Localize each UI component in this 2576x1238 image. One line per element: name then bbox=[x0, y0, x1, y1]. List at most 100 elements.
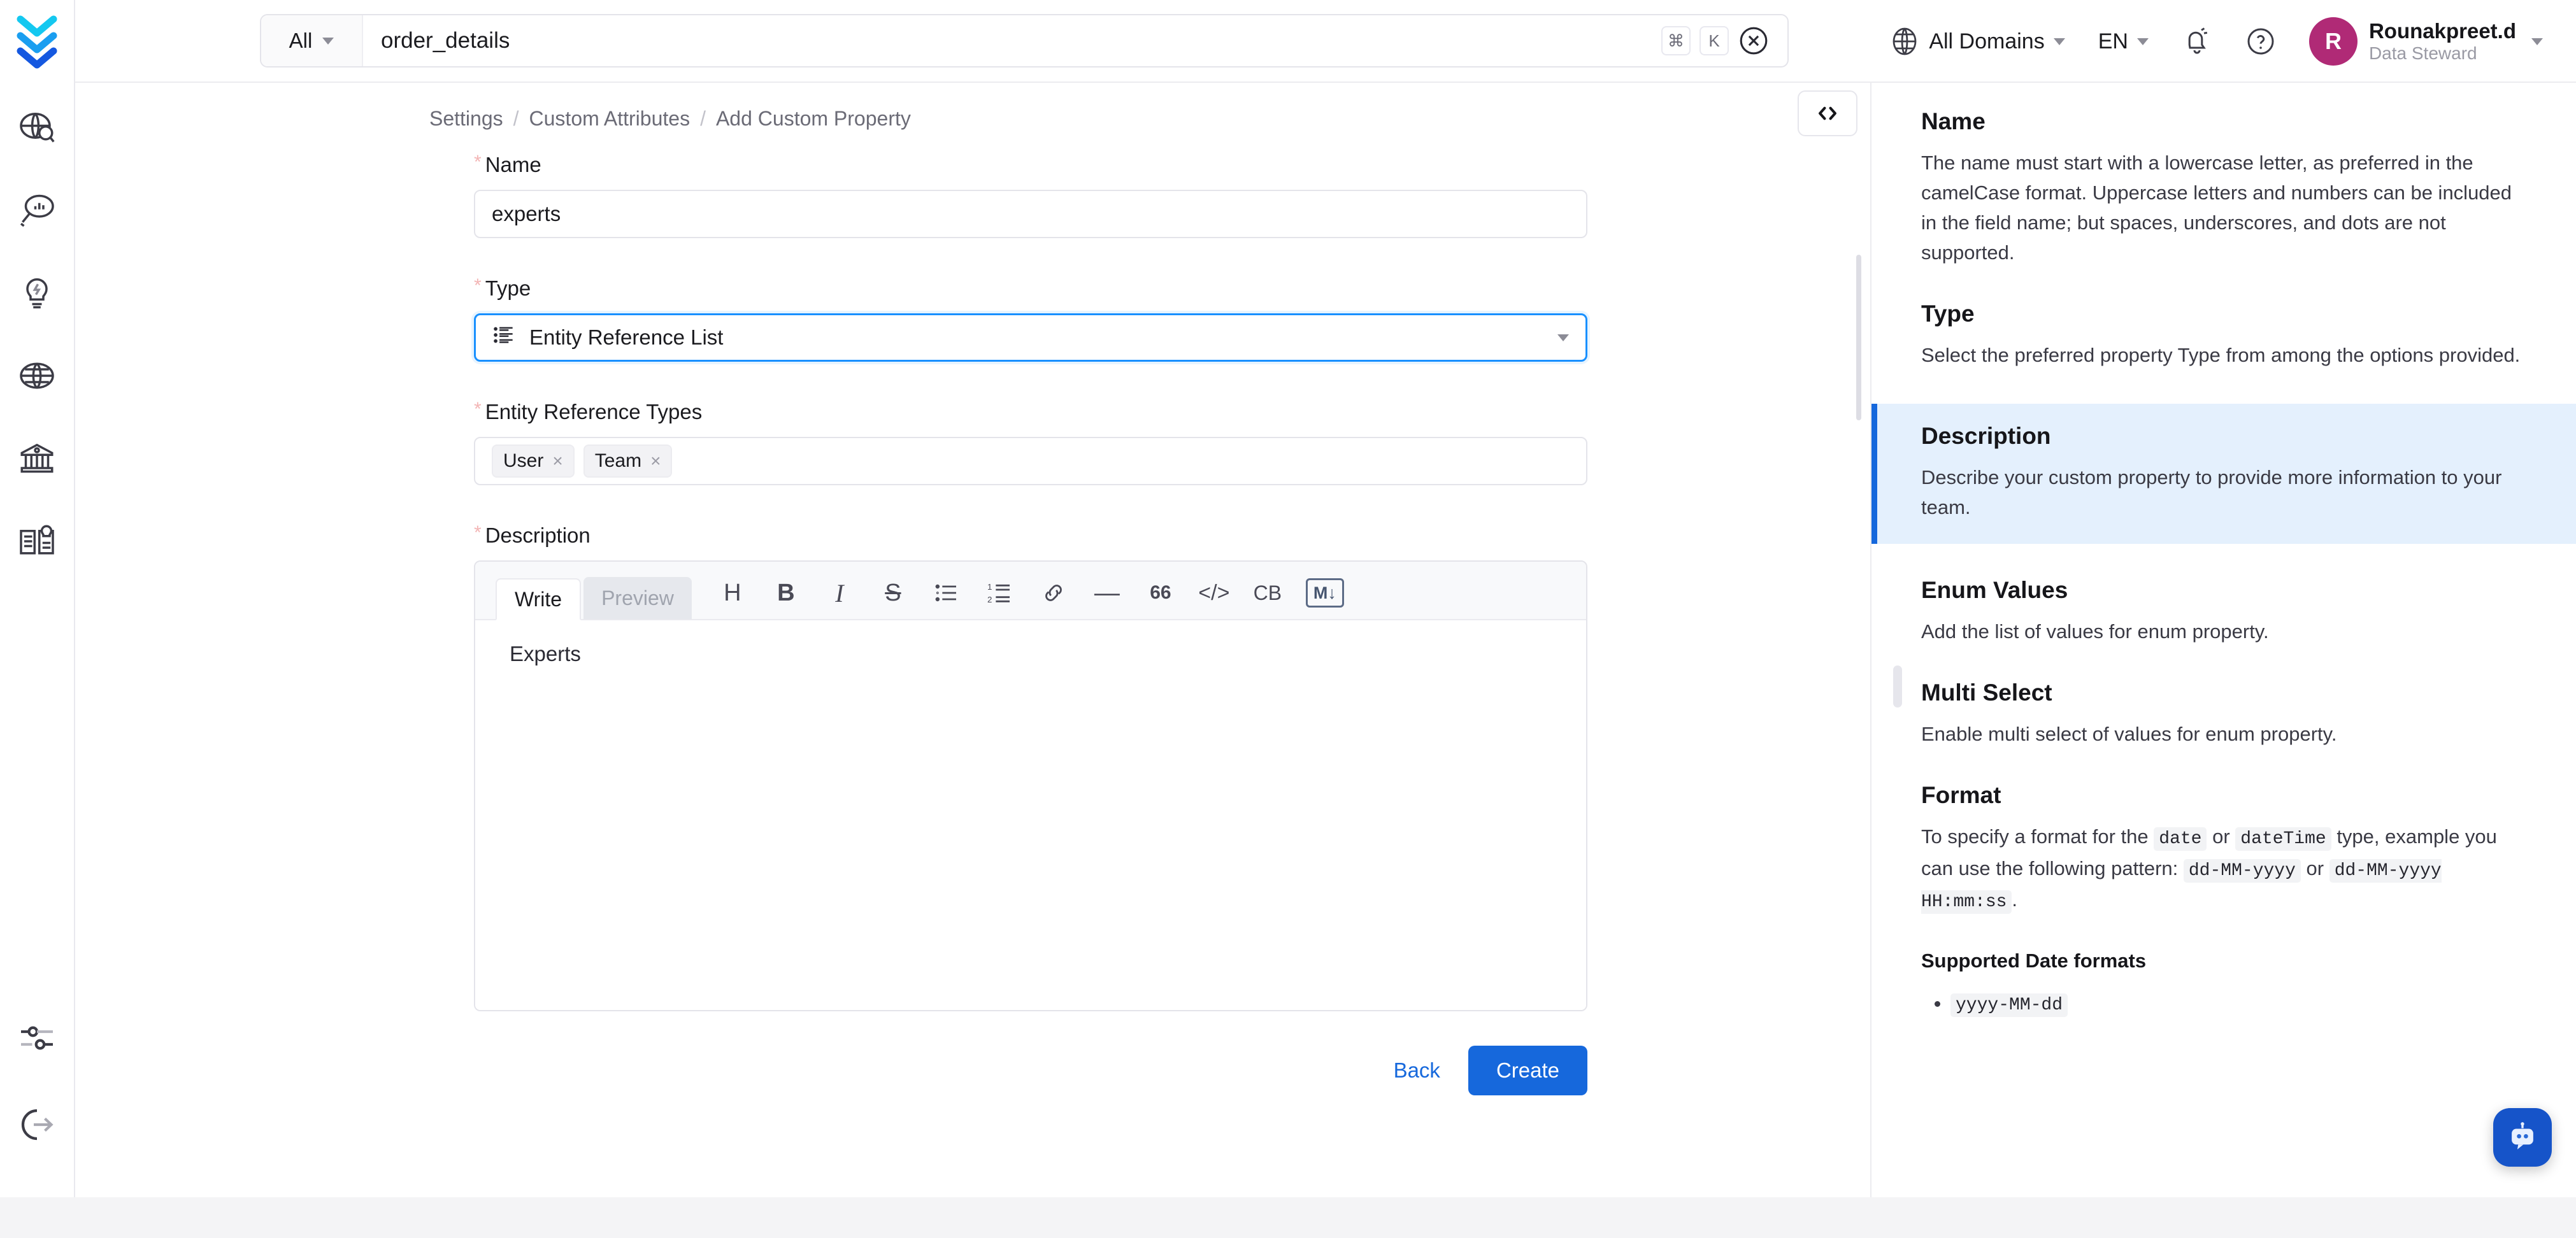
chevron-down-icon bbox=[2137, 38, 2149, 45]
tab-write[interactable]: Write bbox=[496, 578, 581, 620]
heading-icon[interactable]: H bbox=[706, 573, 759, 613]
required-asterisk: * bbox=[474, 400, 482, 419]
sidebar-item-explore[interactable] bbox=[10, 101, 64, 154]
sidebar-item-governance[interactable] bbox=[10, 432, 64, 485]
strikethrough-icon[interactable]: S bbox=[866, 573, 920, 613]
chevron-down-icon bbox=[1557, 334, 1569, 341]
tag-user[interactable]: User × bbox=[492, 445, 575, 478]
help-section-title: Format bbox=[1921, 782, 2526, 809]
globe-icon bbox=[1889, 26, 1920, 57]
entity-reference-types-input[interactable]: User × Team × bbox=[474, 437, 1587, 485]
type-select-value: Entity Reference List bbox=[529, 325, 723, 350]
global-search-bar[interactable]: All ⌘ K bbox=[260, 14, 1789, 68]
bullet-list-icon[interactable] bbox=[920, 573, 973, 613]
supported-formats-title: Supported Date formats bbox=[1921, 950, 2526, 972]
horizontal-rule-icon[interactable]: — bbox=[1080, 573, 1134, 613]
supported-formats-list: yyyy-MM-dd bbox=[1950, 986, 2526, 1021]
help-section-body: The name must start with a lowercase let… bbox=[1921, 148, 2526, 267]
back-button[interactable]: Back bbox=[1387, 1049, 1447, 1092]
tag-label: User bbox=[503, 450, 543, 472]
top-bar: All ⌘ K All Domains EN bbox=[75, 0, 2576, 83]
blockquote-icon[interactable]: 66 bbox=[1134, 573, 1187, 613]
search-shortcuts: ⌘ K bbox=[1661, 25, 1787, 57]
help-section-name: Name The name must start with a lowercas… bbox=[1921, 108, 2526, 267]
sidebar-item-logout[interactable] bbox=[10, 1098, 64, 1151]
help-section-title: Type bbox=[1921, 301, 2526, 327]
description-label: Description bbox=[485, 523, 590, 548]
italic-icon[interactable]: I bbox=[813, 573, 866, 613]
sidebar-nav bbox=[10, 71, 64, 568]
chevron-down-icon bbox=[2054, 38, 2065, 45]
bottom-strip bbox=[0, 1197, 2576, 1238]
help-section-description: Description Describe your custom propert… bbox=[1871, 404, 2576, 544]
format-text-2: or bbox=[2207, 825, 2235, 848]
link-icon[interactable] bbox=[1027, 573, 1080, 613]
name-label-row: * Name bbox=[474, 153, 1587, 177]
type-label: Type bbox=[485, 276, 531, 301]
format-text-5: . bbox=[2012, 888, 2017, 911]
description-textarea[interactable]: Experts bbox=[475, 620, 1586, 1010]
language-label: EN bbox=[2098, 29, 2128, 54]
sidebar-item-insights[interactable] bbox=[10, 183, 64, 237]
help-panel-scrollbar[interactable] bbox=[1893, 665, 1902, 708]
format-text-1: To specify a format for the bbox=[1921, 825, 2154, 848]
breadcrumb: Settings / Custom Attributes / Add Custo… bbox=[429, 107, 911, 131]
user-name: Rounakpreet.d bbox=[2369, 19, 2516, 43]
form-actions: Back Create bbox=[474, 1046, 1587, 1095]
main-content: Settings / Custom Attributes / Add Custo… bbox=[75, 83, 1870, 1197]
editor-tool-icons: H B I S 1 bbox=[706, 573, 1344, 619]
type-select[interactable]: Entity Reference List bbox=[474, 313, 1587, 362]
help-section-format: Format To specify a format for the date … bbox=[1921, 782, 2526, 916]
entity-reference-types-label: Entity Reference Types bbox=[485, 400, 703, 424]
format-code-datetime: dateTime bbox=[2235, 827, 2331, 851]
search-scope-dropdown[interactable]: All bbox=[261, 15, 363, 66]
language-selector[interactable]: EN bbox=[2082, 0, 2165, 83]
chevron-down-icon bbox=[322, 38, 334, 45]
format-code-pattern-1: dd-MM-yyyy bbox=[2184, 859, 2301, 883]
inline-code-icon[interactable]: </> bbox=[1187, 573, 1241, 613]
close-icon[interactable]: × bbox=[650, 451, 661, 471]
help-section-body: Add the list of values for enum property… bbox=[1921, 616, 2526, 646]
code-brackets-icon[interactable] bbox=[1798, 90, 1857, 136]
field-entity-reference-types: * Entity Reference Types User × Team × bbox=[474, 400, 1587, 485]
help-button[interactable] bbox=[2229, 0, 2293, 83]
user-info: Rounakpreet.d Data Steward bbox=[2369, 19, 2516, 64]
main-scrollbar[interactable] bbox=[1856, 255, 1861, 420]
chevron-down-icon bbox=[2531, 38, 2543, 45]
numbered-list-icon[interactable]: 1 2 bbox=[973, 573, 1027, 613]
left-sidebar bbox=[0, 0, 75, 1197]
name-input[interactable]: experts bbox=[474, 190, 1587, 238]
breadcrumb-item-custom-attributes[interactable]: Custom Attributes bbox=[529, 107, 691, 131]
tag-team[interactable]: Team × bbox=[583, 445, 673, 478]
help-section-title: Enum Values bbox=[1921, 577, 2526, 604]
close-circle-icon[interactable] bbox=[1738, 25, 1770, 57]
breadcrumb-item-settings[interactable]: Settings bbox=[429, 107, 503, 131]
tag-label: Team bbox=[595, 450, 641, 472]
sidebar-item-settings[interactable] bbox=[10, 1011, 64, 1065]
editor-toolbar: Write Preview H B I S bbox=[475, 562, 1586, 620]
help-section-title: Multi Select bbox=[1921, 679, 2526, 706]
code-block-icon[interactable]: CB bbox=[1241, 573, 1294, 613]
list-bullet-icon bbox=[492, 323, 517, 352]
search-input[interactable] bbox=[363, 15, 1661, 66]
chat-bot-icon[interactable] bbox=[2493, 1108, 2552, 1167]
brand-logo-icon[interactable] bbox=[14, 14, 60, 71]
help-section-body: Describe your custom property to provide… bbox=[1921, 462, 2526, 522]
sidebar-item-automations[interactable] bbox=[10, 266, 64, 320]
create-button[interactable]: Create bbox=[1468, 1046, 1587, 1095]
sidebar-item-glossary[interactable] bbox=[10, 515, 64, 568]
help-circle-icon bbox=[2245, 26, 2276, 57]
close-icon[interactable]: × bbox=[552, 451, 562, 471]
type-label-row: * Type bbox=[474, 276, 1587, 301]
markdown-icon[interactable]: M↓ bbox=[1306, 578, 1344, 608]
user-profile-menu[interactable]: R Rounakpreet.d Data Steward bbox=[2293, 0, 2559, 83]
tab-preview[interactable]: Preview bbox=[583, 577, 692, 619]
help-panel-scroll: Name The name must start with a lowercas… bbox=[1871, 83, 2576, 1079]
format-code-date: date bbox=[2154, 827, 2207, 851]
required-asterisk: * bbox=[474, 523, 482, 543]
bold-icon[interactable]: B bbox=[759, 573, 813, 613]
sidebar-item-domains[interactable] bbox=[10, 349, 64, 402]
domain-selector[interactable]: All Domains bbox=[1873, 0, 2081, 83]
notifications-button[interactable] bbox=[2165, 0, 2229, 83]
help-section-body: To specify a format for the date or date… bbox=[1921, 822, 2526, 916]
